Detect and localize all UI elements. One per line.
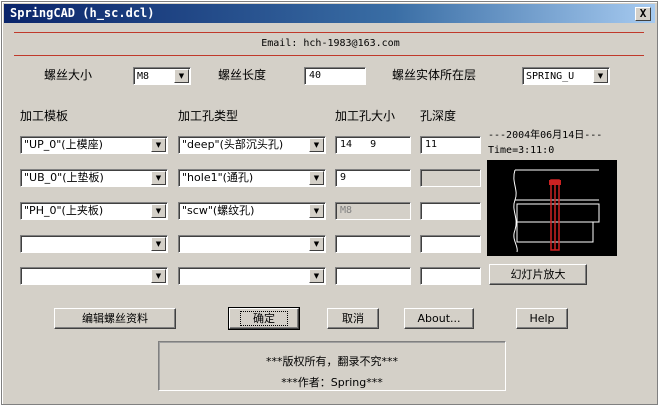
hole-size-input-5[interactable] <box>335 267 411 285</box>
window-title: SpringCAD (h_sc.dcl) <box>10 6 155 20</box>
copyright-panel: ***版权所有，翻录不究*** ***作者：Spring*** <box>158 341 506 391</box>
hole-type-value-3: "scw"(螺纹孔) <box>182 204 255 217</box>
template-select-3[interactable]: "PH_0"(上夹板) ▼ <box>20 202 168 220</box>
bolt-length-input[interactable]: 40 <box>304 67 366 85</box>
copyright-line-2: ***作者：Spring*** <box>281 376 383 389</box>
dropdown-arrow-icon[interactable]: ▼ <box>151 204 166 218</box>
bolt-length-label: 螺丝长度 <box>218 68 267 82</box>
hole-depth-input-4[interactable] <box>420 235 481 253</box>
bolt-size-label: 螺丝大小 <box>44 68 93 82</box>
ok-button[interactable]: 确定 <box>228 307 300 330</box>
column-header-hole-type: 加工孔类型 <box>178 109 239 123</box>
bolt-drawing-icon <box>513 169 600 253</box>
hole-type-select-5[interactable]: ▼ <box>178 267 326 285</box>
template-select-2[interactable]: "UB_0"(上垫板) ▼ <box>20 169 168 187</box>
dropdown-arrow-icon[interactable]: ▼ <box>309 269 324 283</box>
cancel-button[interactable]: 取消 <box>327 308 379 329</box>
slide-preview <box>487 160 617 256</box>
bolt-layer-select[interactable]: SPRING_U ▼ <box>522 67 610 85</box>
hole-depth-input-5[interactable] <box>420 267 481 285</box>
slide-zoom-button[interactable]: 幻灯片放大 <box>489 264 587 285</box>
hole-type-value-1: "deep"(头部沉头孔) <box>182 138 284 151</box>
template-value-2: "UB_0"(上垫板) <box>24 171 104 184</box>
ok-button-label: 确定 <box>240 311 288 326</box>
edit-bolt-data-button[interactable]: 编辑螺丝资料 <box>54 308 176 329</box>
dialog-window: SpringCAD (h_sc.dcl) X Email: hch-1983@1… <box>1 1 658 405</box>
divider-bottom <box>14 55 644 56</box>
divider-top <box>14 32 644 33</box>
hole-size-input-2[interactable]: 9 <box>335 169 411 187</box>
column-header-template: 加工模板 <box>20 109 69 123</box>
template-select-4[interactable]: ▼ <box>20 235 168 253</box>
hole-size-input-3: M8 <box>335 202 411 220</box>
copyright-line-1: ***版权所有，翻录不究*** <box>266 355 398 368</box>
hole-size-input-4[interactable] <box>335 235 411 253</box>
dropdown-arrow-icon[interactable]: ▼ <box>151 237 166 251</box>
date-text: ---2004年06月14日--- <box>488 130 603 141</box>
dropdown-arrow-icon[interactable]: ▼ <box>309 138 324 152</box>
dropdown-arrow-icon[interactable]: ▼ <box>309 171 324 185</box>
close-button[interactable]: X <box>635 7 651 21</box>
dropdown-arrow-icon[interactable]: ▼ <box>151 269 166 283</box>
template-value-3: "PH_0"(上夹板) <box>24 204 104 217</box>
dropdown-arrow-icon[interactable]: ▼ <box>151 171 166 185</box>
time-text: Time=3:11:0 <box>488 145 555 156</box>
bolt-layer-label: 螺丝实体所在层 <box>392 68 477 82</box>
bolt-size-value: M8 <box>137 71 150 82</box>
template-select-1[interactable]: "UP_0"(上模座) ▼ <box>20 136 168 154</box>
template-value-1: "UP_0"(上模座) <box>24 138 103 151</box>
dropdown-arrow-icon[interactable]: ▼ <box>151 138 166 152</box>
help-button[interactable]: Help <box>516 308 568 329</box>
hole-type-select-3[interactable]: "scw"(螺纹孔) ▼ <box>178 202 326 220</box>
hole-depth-input-1[interactable]: 11 <box>420 136 481 154</box>
template-select-5[interactable]: ▼ <box>20 267 168 285</box>
hole-size-input-1[interactable]: 14 9 <box>335 136 411 154</box>
title-bar[interactable]: SpringCAD (h_sc.dcl) X <box>4 4 655 23</box>
email-text: Email: hch-1983@163.com <box>261 38 400 49</box>
dropdown-arrow-icon[interactable]: ▼ <box>309 237 324 251</box>
dropdown-arrow-icon[interactable]: ▼ <box>174 69 189 83</box>
hole-type-select-4[interactable]: ▼ <box>178 235 326 253</box>
dropdown-arrow-icon[interactable]: ▼ <box>309 204 324 218</box>
bolt-layer-value: SPRING_U <box>526 71 575 82</box>
hole-depth-input-2 <box>420 169 481 187</box>
column-header-hole-size: 加工孔大小 <box>335 109 396 123</box>
dropdown-arrow-icon[interactable]: ▼ <box>593 69 608 83</box>
hole-type-select-2[interactable]: "hole1"(通孔) ▼ <box>178 169 326 187</box>
hole-type-value-2: "hole1"(通孔) <box>182 171 254 184</box>
hole-type-select-1[interactable]: "deep"(头部沉头孔) ▼ <box>178 136 326 154</box>
bolt-size-select[interactable]: M8 ▼ <box>133 67 191 85</box>
column-header-hole-depth: 孔深度 <box>420 109 457 123</box>
hole-depth-input-3[interactable] <box>420 202 481 220</box>
about-button[interactable]: About... <box>404 308 474 329</box>
